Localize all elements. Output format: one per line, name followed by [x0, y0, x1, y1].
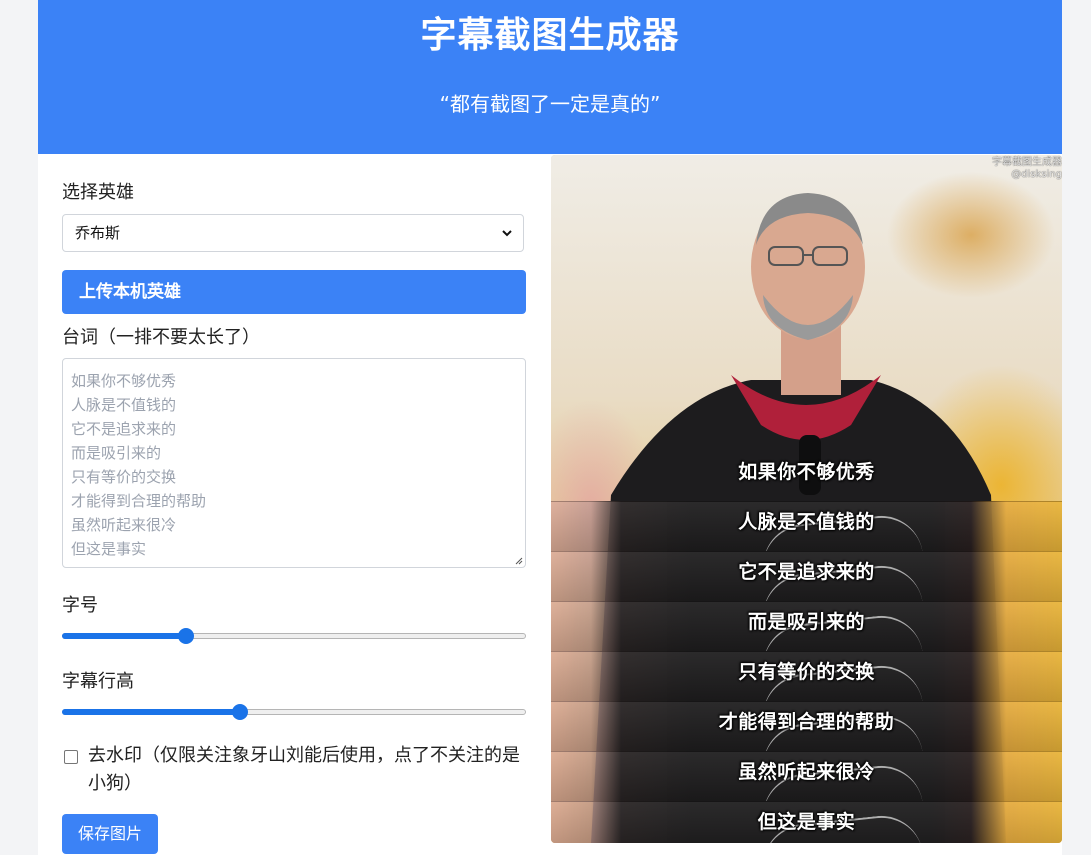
- placeholder-line: 才能得到合理的帮助: [71, 492, 207, 510]
- header: 字幕截图生成器 “都有截图了一定是真的”: [38, 0, 1062, 154]
- placeholder-line: 只有等价的交换: [71, 468, 177, 486]
- page-title: 字幕截图生成器: [420, 15, 680, 56]
- slider-thumb[interactable]: [178, 628, 194, 644]
- subtitle-line: 如果你不够优秀: [738, 461, 875, 483]
- font-size-label: 字号: [62, 595, 98, 616]
- preview-watermark: 字幕截图生成器 @disksing: [992, 157, 1062, 181]
- line-height-slider[interactable]: [62, 704, 526, 720]
- subtitle-line: 虽然听起来很冷: [738, 761, 875, 783]
- watermark-option: 去水印（仅限关注象牙山刘能后使用，点了不关注的是小狗）: [62, 742, 526, 798]
- slider-thumb[interactable]: [232, 704, 248, 720]
- placeholder-line: 但这是事实: [71, 540, 147, 558]
- subtitle-line: 它不是追求来的: [738, 561, 875, 583]
- placeholder-line: 如果你不够优秀: [71, 372, 177, 390]
- lines-placeholder: 如果你不够优秀 人脉是不值钱的 它不是追求来的 而是吸引来的 只有等价的交换才能得到合理…: [71, 369, 517, 561]
- watermark-line-1: 字幕截图生成器: [992, 157, 1062, 168]
- remove-watermark-checkbox[interactable]: [64, 750, 78, 764]
- subtitle-line: 人脉是不值钱的: [738, 511, 875, 533]
- placeholder-line: 人脉是不值钱的: [71, 396, 177, 414]
- subtitle-line: 才能得到合理的帮助: [718, 711, 895, 733]
- page-subtitle: “都有截图了一定是真的”: [439, 92, 661, 116]
- subtitle-line: 只有等价的交换: [738, 661, 875, 683]
- app-container: 字幕截图生成器 “都有截图了一定是真的” 选择英雄 乔布斯 上传本机英雄 台词（…: [38, 0, 1062, 855]
- placeholder-line: 虽然听起来很冷: [71, 516, 177, 534]
- upload-hero-button[interactable]: 上传本机英雄: [62, 270, 526, 314]
- subtitle-line: 但这是事实: [757, 811, 856, 833]
- slider-fill: [62, 709, 240, 715]
- hero-select[interactable]: 乔布斯: [62, 214, 524, 252]
- line-height-label: 字幕行高: [62, 671, 134, 692]
- preview-image: 字幕截图生成器 @disksing 如果你不够优秀 人脉是不值钱的 它不是追求来的而…: [551, 155, 1062, 843]
- chevron-down-icon: [502, 230, 512, 237]
- subtitle-line: 而是吸引来的: [747, 611, 865, 633]
- slider-fill: [62, 633, 186, 639]
- hero-select-value: 乔布斯: [75, 224, 121, 242]
- watermark-label[interactable]: 去水印（仅限关注象牙山刘能后使用，点了不关注的是小狗）: [62, 742, 526, 798]
- font-size-slider[interactable]: [62, 628, 526, 644]
- placeholder-line: 它不是追求来的: [71, 420, 177, 438]
- save-image-button[interactable]: 保存图片: [62, 814, 158, 854]
- resize-grip-icon[interactable]: [513, 555, 523, 565]
- placeholder-line: 而是吸引来的: [71, 444, 162, 462]
- hero-label: 选择英雄: [62, 182, 134, 203]
- lines-label: 台词（一排不要太长了）: [62, 327, 260, 348]
- lines-textarea[interactable]: 如果你不够优秀 人脉是不值钱的 它不是追求来的 而是吸引来的 只有等价的交换才能得到合理…: [62, 358, 526, 568]
- watermark-line-2: @disksing: [1011, 169, 1062, 180]
